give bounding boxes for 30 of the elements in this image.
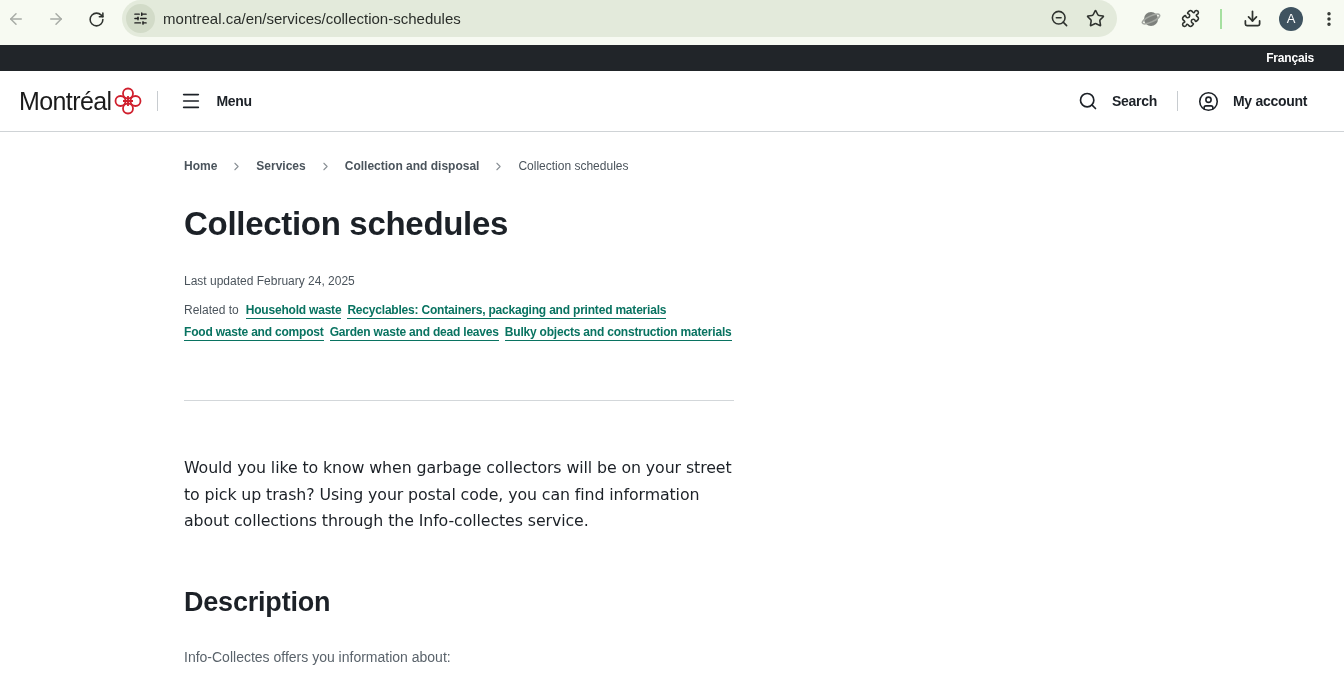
reload-icon: [87, 10, 105, 28]
address-bar[interactable]: montreal.ca/en/services/collection-schedules: [122, 0, 1117, 37]
breadcrumb-link[interactable]: Collection and disposal: [344, 158, 480, 174]
breadcrumb-link[interactable]: Services: [256, 158, 306, 174]
url-text: montreal.ca/en/services/collection-schedules: [163, 10, 462, 27]
breadcrumb-current-page: Collection schedules: [518, 158, 629, 174]
profile-avatar[interactable]: A: [1279, 6, 1303, 31]
related-link[interactable]: Garden waste and dead leaves: [329, 324, 499, 341]
related-label: Related to: [184, 302, 239, 319]
site-logo[interactable]: Montréal: [19, 86, 143, 116]
section-text: Info-Collectes offers you information about:: [184, 647, 452, 667]
rosette-icon: [114, 87, 143, 115]
user-circle-icon: [1198, 90, 1219, 112]
intro-paragraph: Would you like to know when garbage collectors will be on your street to pick up trash? Using your postal code, you can find information about collections through the Info-collectes service.: [184, 457, 733, 532]
menu-button[interactable]: Menu: [180, 90, 252, 112]
section-heading: Description: [184, 585, 332, 618]
search-icon: [1078, 91, 1099, 111]
last-updated-text: Last updated February 24, 2025: [184, 273, 356, 289]
search-button[interactable]: Search: [1078, 91, 1157, 111]
related-link[interactable]: Household waste: [245, 301, 342, 319]
related-link[interactable]: Recyclables: Containers, packaging and printed materials: [347, 301, 667, 319]
account-button[interactable]: My account: [1198, 90, 1307, 112]
related-link[interactable]: Food waste and compost: [184, 324, 324, 341]
language-link[interactable]: Français: [1266, 51, 1314, 65]
sliders-icon[interactable]: [126, 4, 156, 33]
breadcrumb-link[interactable]: Home: [184, 158, 218, 174]
page-title: Collection schedules: [184, 205, 510, 243]
logo-wordmark: Montréal: [19, 86, 112, 116]
arrow-right-icon: [47, 10, 65, 28]
related-link[interactable]: Bulky objects and construction materials: [504, 324, 732, 341]
